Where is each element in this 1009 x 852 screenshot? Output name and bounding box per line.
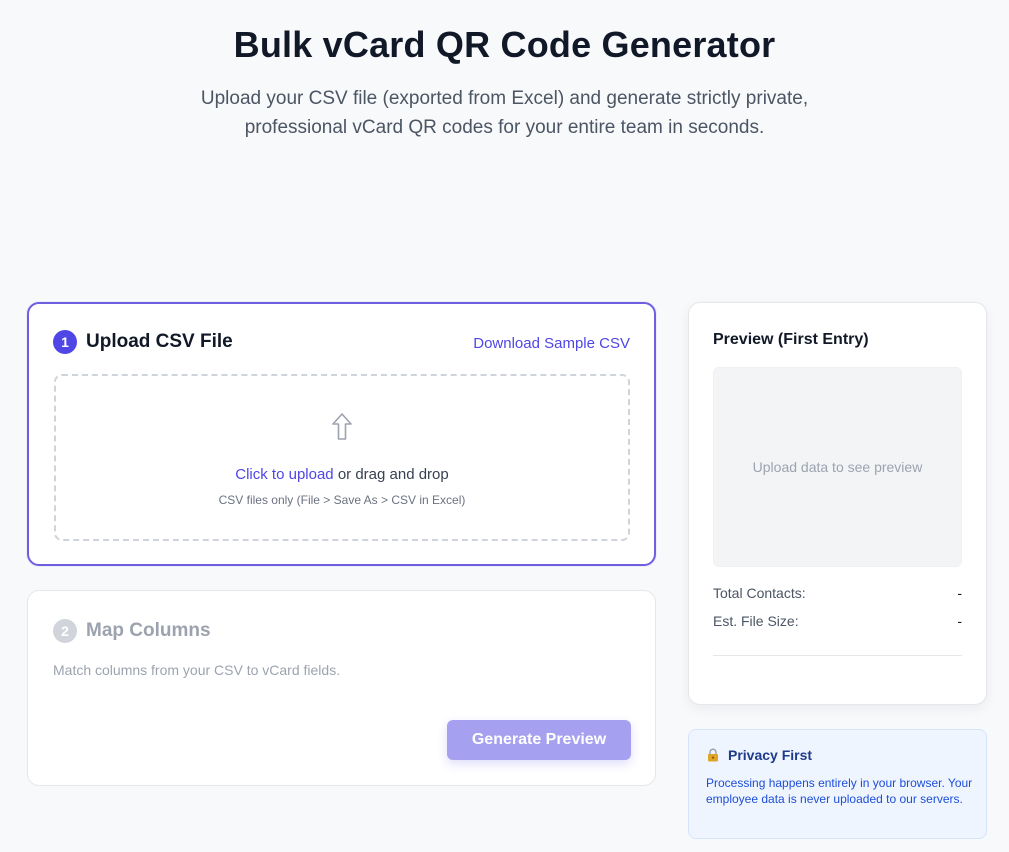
drag-drop-text: or drag and drop — [333, 466, 449, 483]
map-step-header: 2 Map Columns — [53, 619, 211, 643]
privacy-title: Privacy First — [728, 747, 813, 763]
subtitle-line-1: Upload your CSV file (exported from Exce… — [200, 88, 809, 109]
file-size-label: Est. File Size: — [713, 613, 799, 629]
page-title: Bulk vCard QR Code Generator — [233, 24, 776, 65]
upload-step-title: Upload CSV File — [86, 331, 233, 352]
step-1-badge: 1 — [53, 330, 77, 354]
upload-csv-card: 1 Upload CSV File Download Sample CSV Cl… — [27, 302, 656, 566]
file-size-row: Est. File Size: - — [713, 613, 962, 629]
map-columns-description: Match columns from your CSV to vCard fie… — [53, 662, 341, 678]
preview-card: Preview (First Entry) Upload data to see… — [688, 302, 987, 705]
privacy-header: Privacy First — [706, 747, 812, 763]
map-step-title: Map Columns — [86, 620, 211, 641]
lock-icon — [708, 748, 718, 762]
dropzone-text: Click to upload or drag and drop — [56, 466, 628, 483]
preview-title: Preview (First Entry) — [713, 331, 869, 348]
total-contacts-row: Total Contacts: - — [713, 585, 962, 601]
step-2-badge: 2 — [53, 619, 77, 643]
file-size-value: - — [957, 613, 962, 629]
preview-placeholder-text: Upload data to see preview — [752, 459, 923, 475]
map-columns-card: 2 Map Columns Match columns from your CS… — [27, 590, 656, 786]
privacy-text: Processing happens entirely in your brow… — [706, 776, 973, 806]
preview-placeholder: Upload data to see preview — [713, 367, 962, 567]
csv-dropzone[interactable]: Click to upload or drag and drop CSV fil… — [54, 374, 630, 541]
total-contacts-label: Total Contacts: — [713, 585, 806, 601]
arrow-up-icon — [332, 413, 352, 440]
subtitle-line-2: professional vCard QR codes for your ent… — [244, 117, 765, 138]
privacy-notice: Privacy First Processing happens entirel… — [688, 729, 987, 839]
preview-divider — [713, 655, 962, 656]
total-contacts-value: - — [957, 585, 962, 601]
click-to-upload-link[interactable]: Click to upload — [235, 466, 333, 483]
page-subtitle: Upload your CSV file (exported from Exce… — [0, 84, 1009, 142]
generate-preview-button[interactable]: Generate Preview — [447, 720, 631, 760]
upload-step-header: 1 Upload CSV File — [53, 330, 233, 354]
download-sample-csv-link[interactable]: Download Sample CSV — [473, 335, 630, 352]
dropzone-hint: CSV files only (File > Save As > CSV in … — [218, 493, 466, 507]
